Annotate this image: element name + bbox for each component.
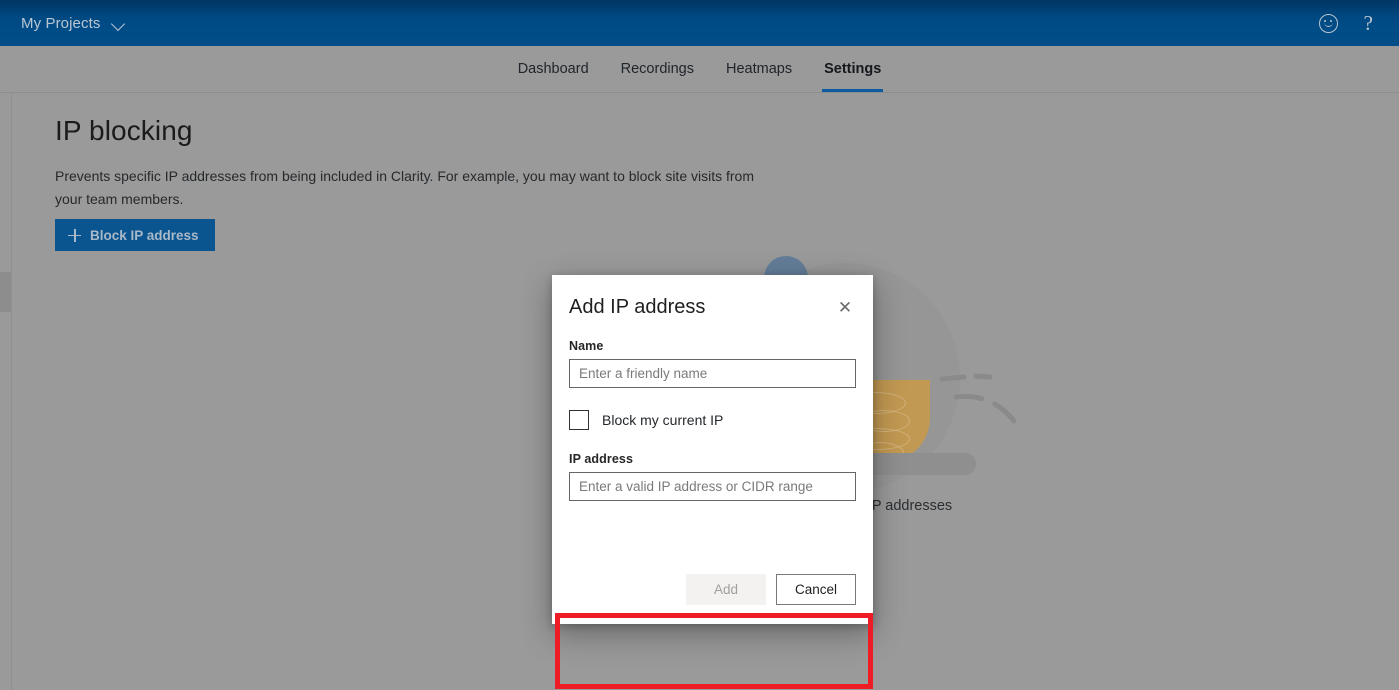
ip-field-group: IP address — [552, 452, 873, 501]
dialog-header: Add IP address ✕ — [552, 275, 873, 339]
ip-field-label: IP address — [569, 452, 634, 466]
dialog-title: Add IP address — [569, 296, 706, 318]
ip-address-input[interactable] — [569, 472, 856, 501]
dialog-footer: Add Cancel — [552, 574, 873, 624]
name-field-label: Name — [569, 339, 604, 353]
add-button[interactable]: Add — [686, 574, 766, 605]
add-ip-address-dialog: Add IP address ✕ Name Block my current I… — [552, 275, 873, 689]
name-input[interactable] — [569, 359, 856, 388]
block-current-ip-label: Block my current IP — [602, 412, 724, 428]
close-icon[interactable]: ✕ — [831, 293, 859, 321]
app-root: My Projects ? Dashboard Recordings Heatm… — [0, 0, 1399, 690]
cancel-button[interactable]: Cancel — [776, 574, 856, 605]
block-current-ip-checkbox[interactable] — [569, 410, 589, 430]
name-field-group: Name — [552, 339, 873, 388]
block-current-ip-row[interactable]: Block my current IP — [552, 410, 873, 430]
